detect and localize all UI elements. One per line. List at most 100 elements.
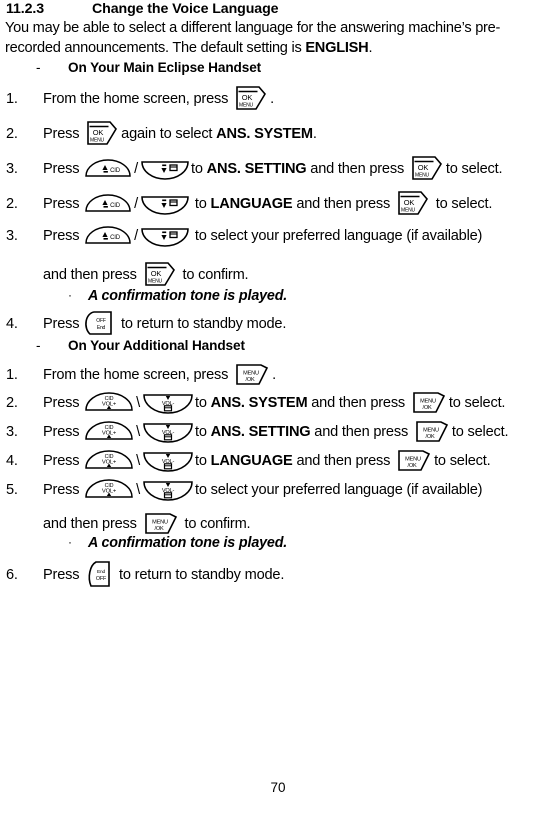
step-main-2: 2. Press OK MENU again to select ANS. SYST… bbox=[6, 120, 317, 146]
svg-text:MENU: MENU bbox=[239, 103, 254, 109]
step-text: Press bbox=[43, 395, 80, 411]
ok-menu-key-icon: OK MENU bbox=[235, 85, 267, 111]
key-separator: \ bbox=[136, 482, 141, 498]
additional-handset-note: · A confirmation tone is played. bbox=[68, 535, 287, 551]
step-index: 2. bbox=[6, 395, 18, 411]
page-title: 11.2.3 Change the Voice Language bbox=[6, 1, 279, 17]
svg-text:MENU: MENU bbox=[243, 371, 259, 377]
heading-dash: - bbox=[36, 338, 41, 353]
bullet-marker: · bbox=[68, 535, 72, 549]
step-tail: to return to standby mode. bbox=[119, 567, 285, 583]
step-emphasis: ANS. SETTING bbox=[210, 424, 311, 440]
page-number: 70 bbox=[270, 780, 286, 795]
step-mid: again to select bbox=[121, 126, 213, 142]
step-add-3: 3. Press CID VOL+ \ VOL- to ANS. SETTING a… bbox=[6, 419, 509, 444]
svg-text:/OK: /OK bbox=[246, 377, 256, 383]
svg-text:MENU: MENU bbox=[423, 428, 439, 434]
continuation-after: to confirm. bbox=[182, 267, 249, 283]
cid-up-key-icon: CID bbox=[84, 158, 132, 178]
step-mid: to bbox=[195, 424, 207, 440]
main-handset-heading: - On Your Main Eclipse Handset bbox=[36, 60, 261, 75]
key-separator: \ bbox=[136, 424, 141, 440]
step-text: Press bbox=[43, 453, 80, 469]
step-tail: to select your preferred language (if av… bbox=[194, 228, 483, 244]
ok-menu-key-icon: OK MENU bbox=[144, 261, 176, 287]
svg-text:MENU: MENU bbox=[415, 173, 430, 179]
step-text: Press bbox=[43, 196, 80, 212]
step-text: Press bbox=[43, 424, 80, 440]
menu-ok-key-icon: MENU/OK bbox=[144, 511, 178, 536]
step-main-1: 1. From the home screen, press OK MENU . bbox=[6, 85, 274, 111]
down-key-icon bbox=[140, 158, 190, 180]
svg-text:CID: CID bbox=[110, 168, 121, 174]
step-main-5: 3. Press CID / to select your preferred l… bbox=[6, 225, 482, 247]
menu-ok-key-icon: MENU/OK bbox=[415, 419, 449, 444]
step-add-6: 6. Press End OFF to return to standby mode… bbox=[6, 560, 284, 589]
end-off-key-icon: End OFF bbox=[86, 560, 112, 589]
svg-text:/OK: /OK bbox=[422, 405, 432, 411]
key-separator: / bbox=[134, 161, 139, 177]
bullet-marker: · bbox=[68, 288, 72, 302]
step-index: 2. bbox=[6, 126, 18, 142]
svg-text:MENU: MENU bbox=[152, 520, 168, 526]
step-index: 4. bbox=[6, 316, 18, 332]
key-separator: \ bbox=[136, 453, 141, 469]
step-mid: to bbox=[195, 453, 207, 469]
step-text: Press bbox=[43, 482, 80, 498]
section-title: Change the Voice Language bbox=[92, 1, 279, 17]
cid-volup-key-icon: CID VOL+ bbox=[84, 448, 134, 470]
cid-volup-key-icon: CID VOL+ bbox=[84, 390, 134, 412]
svg-text:End: End bbox=[97, 325, 106, 331]
step-tail: to select. bbox=[445, 161, 503, 177]
main-handset-heading-text: On Your Main Eclipse Handset bbox=[68, 60, 262, 75]
step-add-2: 2. Press CID VOL+ \ VOL- to ANS. SYSTEM an… bbox=[6, 390, 505, 415]
menu-ok-key-icon: MENU/OK bbox=[412, 390, 446, 415]
step-index: 4. bbox=[6, 453, 18, 469]
menu-ok-key-icon: MENU/OK bbox=[397, 448, 431, 473]
key-separator: \ bbox=[136, 395, 141, 411]
down-key-icon bbox=[140, 193, 190, 215]
svg-text:/OK: /OK bbox=[154, 526, 164, 532]
step-tail: to return to standby mode. bbox=[121, 316, 287, 332]
svg-text:OK: OK bbox=[404, 198, 415, 207]
cid-up-key-icon: CID bbox=[84, 193, 132, 213]
step-add-4: 4. Press CID VOL+ \ VOL- to LANGUAGE and t… bbox=[6, 448, 491, 473]
step-text: Press bbox=[43, 228, 80, 244]
step-text: From the home screen, press bbox=[43, 367, 229, 383]
step-mid: to bbox=[194, 196, 207, 212]
step-main-6: 4. Press OFF End to return to standby mode… bbox=[6, 310, 286, 336]
step-tail: to select. bbox=[448, 395, 506, 411]
voldown-key-icon: VOL- bbox=[142, 391, 194, 415]
step-index: 6. bbox=[6, 567, 18, 583]
step-mid2: and then press bbox=[296, 196, 391, 212]
continuation-before: and then press bbox=[43, 516, 137, 532]
step-tail: to select. bbox=[451, 424, 509, 440]
step-emphasis: LANGUAGE bbox=[210, 453, 293, 469]
step-text: Press bbox=[43, 161, 80, 177]
continuation-after: to confirm. bbox=[184, 516, 251, 532]
svg-text:CID: CID bbox=[110, 203, 121, 209]
step-index: 2. bbox=[6, 196, 18, 212]
step-add-1: 1. From the home screen, press MENU/OK . bbox=[6, 362, 276, 387]
step-tail: to select your preferred language (if av… bbox=[195, 482, 483, 498]
voldown-key-icon: VOL- bbox=[142, 478, 194, 502]
svg-text:MENU: MENU bbox=[401, 208, 416, 214]
svg-text:/OK: /OK bbox=[425, 434, 435, 440]
step-mid: to bbox=[191, 161, 203, 177]
step-tail: . bbox=[312, 126, 317, 142]
step-text: Press bbox=[43, 126, 80, 142]
main-handset-note: · A confirmation tone is played. bbox=[68, 288, 287, 304]
step-mid: to bbox=[195, 395, 207, 411]
step-main-3: 3. Press CID / to ANS. SETTING and then p… bbox=[6, 155, 503, 181]
step-emphasis: LANGUAGE bbox=[210, 196, 293, 212]
voldown-key-icon: VOL- bbox=[142, 420, 194, 444]
step-tail: to select. bbox=[435, 196, 493, 212]
off-end-key-icon: OFF End bbox=[85, 310, 114, 336]
intro-period: . bbox=[368, 39, 373, 56]
cid-volup-key-icon: CID VOL+ bbox=[84, 419, 134, 441]
step-text: From the home screen, press bbox=[43, 91, 229, 107]
step-main-5-continuation: and then press OK MENU to confirm. bbox=[43, 261, 249, 287]
manual-page: 11.2.3 Change the Voice Language You may … bbox=[0, 0, 556, 815]
note-text: A confirmation tone is played. bbox=[88, 288, 288, 304]
svg-text:MENU: MENU bbox=[90, 138, 105, 144]
